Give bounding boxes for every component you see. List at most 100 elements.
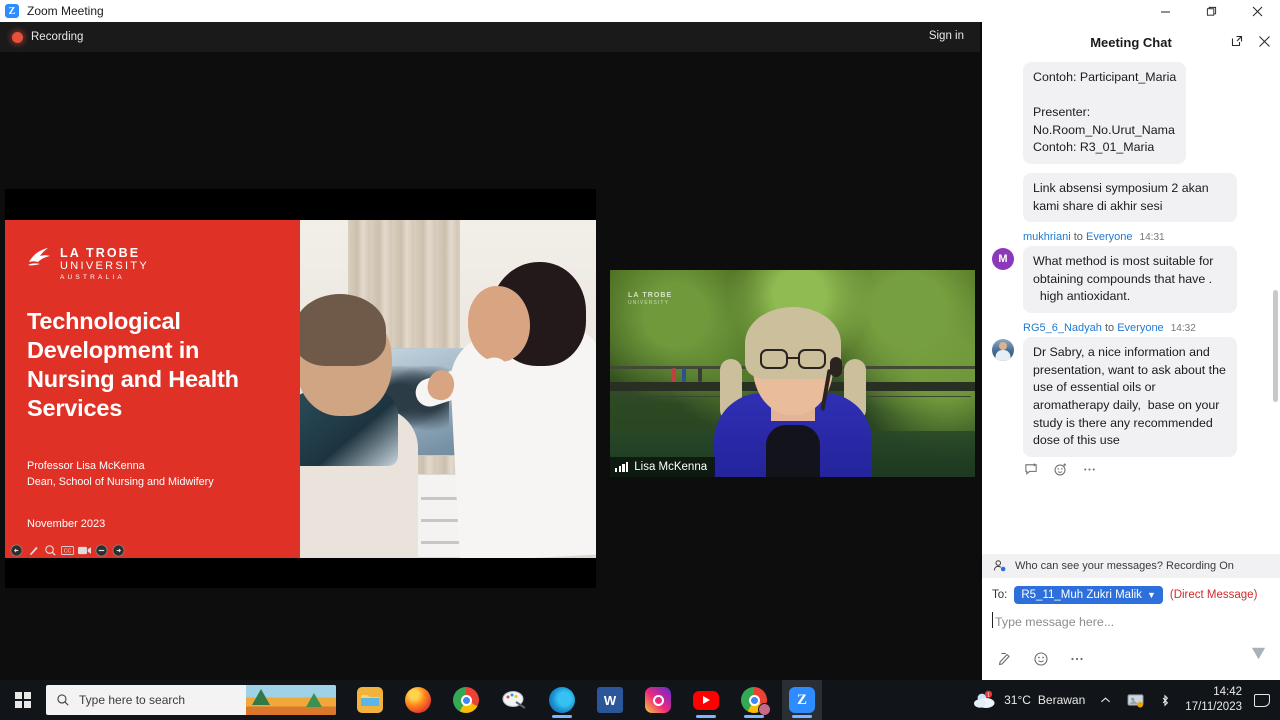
reply-icon[interactable] <box>1023 462 1039 478</box>
taskbar-app-zoom[interactable]: Z <box>782 680 822 720</box>
chevron-up-icon[interactable] <box>1095 690 1115 710</box>
taskbar-app-file-explorer[interactable] <box>350 680 390 720</box>
windows-taskbar: Type here to search <box>0 680 1280 720</box>
taskbar-app-instagram[interactable] <box>638 680 678 720</box>
taskbar-app-youtube[interactable] <box>686 680 726 720</box>
close-icon[interactable] <box>1234 0 1280 22</box>
message-sender[interactable]: mukhriani <box>1023 231 1071 243</box>
emoji-icon[interactable] <box>1032 650 1050 668</box>
recipient-name: R5_11_Muh Zukri Malik <box>1021 589 1142 601</box>
search-input[interactable]: Type here to search <box>46 685 336 715</box>
screen-share-toolbar[interactable]: CC <box>8 542 127 558</box>
video-icon[interactable] <box>78 544 91 557</box>
participant-figure <box>714 327 872 477</box>
notification-icon[interactable] <box>1252 690 1272 710</box>
glasses-icon <box>760 349 826 369</box>
la-trobe-wordmark: LA TROBE UNIVERSITY AUSTRALIA <box>60 246 149 281</box>
slide-date: November 2023 <box>27 518 105 530</box>
closed-caption-icon[interactable]: CC <box>61 544 74 557</box>
emoji-react-icon[interactable] <box>1052 462 1068 478</box>
message-time: 14:32 <box>1171 323 1196 334</box>
zoom-logo-icon: Z <box>5 4 19 18</box>
send-icon[interactable] <box>1249 644 1268 668</box>
message-meta: mukhriani to Everyone 14:31 <box>1023 231 1270 243</box>
display-icon[interactable] <box>1125 690 1145 710</box>
window-titlebar: Z Zoom Meeting <box>0 0 1280 22</box>
chat-privacy-bar[interactable]: Who can see your messages? Recording On <box>982 554 1280 578</box>
message-bubble[interactable]: Link absensi symposium 2 akan kami share… <box>1023 173 1237 222</box>
slide-presenter: Professor Lisa McKenna Dean, School of N… <box>27 459 214 490</box>
windows-start-icon[interactable] <box>0 680 46 720</box>
message-meta: RG5_6_Nadyah to Everyone 14:32 <box>1023 322 1270 334</box>
format-text-icon[interactable] <box>996 650 1014 668</box>
clock-time: 14:42 <box>1185 685 1242 700</box>
la-trobe-logo: LA TROBE UNIVERSITY AUSTRALIA <box>27 246 278 281</box>
system-tray: 1 31°C Berawan 14:42 17/11/2023 <box>973 680 1280 720</box>
recording-indicator[interactable]: Recording <box>12 31 83 43</box>
search-placeholder: Type here to search <box>79 693 185 707</box>
bluetooth-icon[interactable] <box>1155 690 1175 710</box>
weather-condition: Berawan <box>1038 693 1085 707</box>
taskbar-app-chrome[interactable] <box>446 680 486 720</box>
slide-text-panel: LA TROBE UNIVERSITY AUSTRALIA Technologi… <box>5 220 300 558</box>
message-to-word: to <box>1074 231 1083 243</box>
chat-message: Contoh: Participant_Maria Presenter: No.… <box>992 62 1270 164</box>
taskbar-app-paint[interactable] <box>494 680 534 720</box>
chevron-down-icon: ▼ <box>1147 590 1156 600</box>
taskbar-app-word[interactable]: W <box>590 680 630 720</box>
avatar[interactable]: M <box>992 248 1014 270</box>
message-recipient: Everyone <box>1117 322 1163 334</box>
message-time: 14:31 <box>1140 232 1165 243</box>
taskbar-app-edge[interactable] <box>542 680 582 720</box>
avatar[interactable] <box>992 339 1014 361</box>
restore-icon[interactable] <box>1188 0 1234 22</box>
zoom-topbar: Recording Sign in <box>0 22 980 52</box>
more-options-icon[interactable] <box>1068 650 1086 668</box>
weather-widget[interactable]: 1 31°C Berawan <box>973 690 1085 710</box>
message-sender[interactable]: RG5_6_Nadyah <box>1023 322 1102 334</box>
chat-scrollbar[interactable] <box>1273 290 1278 402</box>
chat-header-actions <box>1229 33 1272 49</box>
compose-toolbar <box>992 628 1270 674</box>
taskbar-apps: W Z <box>350 680 822 720</box>
chat-message: mukhriani to Everyone 14:31 M What metho… <box>992 231 1270 313</box>
message-bubble[interactable]: What method is most suitable for obtaini… <box>1023 246 1237 313</box>
message-reaction-bar <box>1023 462 1270 478</box>
chat-message: Link absensi symposium 2 akan kami share… <box>992 173 1270 222</box>
sign-in-button[interactable]: Sign in <box>923 28 970 44</box>
meeting-chat-panel: Meeting Chat Contoh: Participant_Maria P… <box>982 22 1280 680</box>
svg-text:1: 1 <box>987 692 990 698</box>
close-icon[interactable] <box>1256 33 1272 49</box>
message-bubble[interactable]: Contoh: Participant_Maria Presenter: No.… <box>1023 62 1186 164</box>
next-arrow-icon[interactable] <box>112 544 125 557</box>
la-trobe-eagle-icon <box>27 246 53 268</box>
more-options-icon[interactable] <box>1081 462 1097 478</box>
direct-message-note: (Direct Message) <box>1170 589 1258 601</box>
annotate-pen-icon[interactable] <box>27 544 40 557</box>
recipient-row: To: R5_11_Muh Zukri Malik ▼ (Direct Mess… <box>992 586 1270 604</box>
shared-screen-slide[interactable]: LA TROBE UNIVERSITY AUSTRALIA Technologi… <box>5 189 596 588</box>
recipient-selector[interactable]: R5_11_Muh Zukri Malik ▼ <box>1014 586 1163 604</box>
slide-content: LA TROBE UNIVERSITY AUSTRALIA Technologi… <box>5 220 596 558</box>
screen-root: Z Zoom Meeting Recording Sign in <box>0 0 1280 720</box>
taskbar-app-firefox[interactable] <box>398 680 438 720</box>
window-controls <box>1142 0 1280 22</box>
participant-name-bar: Lisa McKenna <box>610 457 715 477</box>
slide-title: Technological Development in Nursing and… <box>27 307 278 423</box>
presenter-name: Professor Lisa McKenna <box>27 459 214 474</box>
minimize-icon[interactable] <box>1142 0 1188 22</box>
taskbar-clock[interactable]: 14:42 17/11/2023 <box>1185 685 1242 715</box>
message-input[interactable]: Type message here... <box>992 612 1270 628</box>
message-bubble[interactable]: Dr Sabry, a nice information and present… <box>1023 337 1237 457</box>
chat-message-list[interactable]: Contoh: Participant_Maria Presenter: No.… <box>982 62 1280 554</box>
minus-circle-icon[interactable] <box>95 544 108 557</box>
zoom-magnifier-icon[interactable] <box>44 544 57 557</box>
window-title: Zoom Meeting <box>27 4 104 18</box>
prev-arrow-icon[interactable] <box>10 544 23 557</box>
presenter-role: Dean, School of Nursing and Midwifery <box>27 475 214 490</box>
message-recipient: Everyone <box>1086 231 1132 243</box>
participant-video-tile[interactable]: LA TROBE UNIVERSITY Lisa McKenna <box>610 270 975 477</box>
popout-icon[interactable] <box>1229 33 1245 49</box>
message-to-word: to <box>1105 322 1114 334</box>
taskbar-app-chrome-profile[interactable] <box>734 680 774 720</box>
